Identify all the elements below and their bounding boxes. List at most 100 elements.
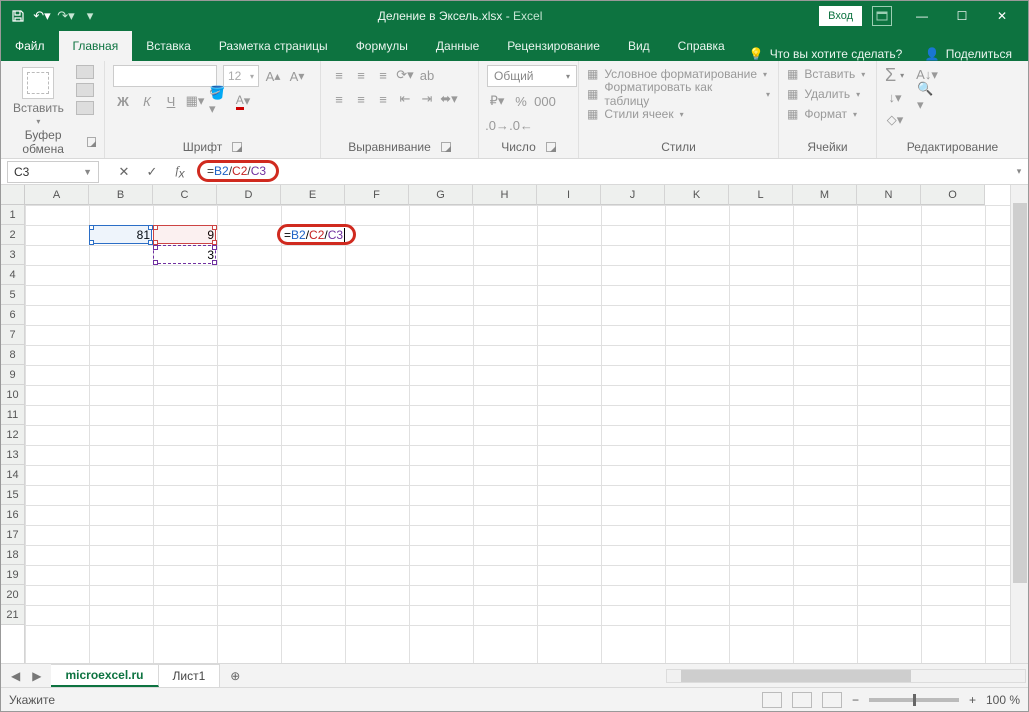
row-header[interactable]: 18 — [1, 545, 24, 565]
scroll-thumb[interactable] — [1013, 203, 1027, 583]
row-header[interactable]: 20 — [1, 585, 24, 605]
row-header[interactable]: 9 — [1, 365, 24, 385]
maximize-icon[interactable]: ☐ — [942, 2, 982, 30]
fill-icon[interactable]: ↓▾ — [885, 88, 905, 108]
find-select-icon[interactable]: 🔍▾ — [917, 87, 937, 107]
sheet-nav[interactable]: ◀▶ — [1, 664, 51, 687]
share-button[interactable]: 👤Поделиться — [909, 47, 1028, 61]
dialog-launcher-icon[interactable] — [546, 142, 556, 152]
cell-styles[interactable]: ▦Стили ячеек▾ — [587, 105, 770, 123]
autosum-icon[interactable]: Σ — [885, 65, 896, 86]
comma-icon[interactable]: 000 — [535, 91, 555, 111]
underline-button[interactable]: Ч — [161, 91, 181, 111]
select-all-corner[interactable] — [1, 185, 25, 205]
col-header[interactable]: D — [217, 185, 281, 205]
col-header[interactable]: E — [281, 185, 345, 205]
row-header[interactable]: 8 — [1, 345, 24, 365]
page-layout-view-icon[interactable] — [792, 692, 812, 708]
currency-icon[interactable]: ₽▾ — [487, 91, 507, 111]
col-header[interactable]: K — [665, 185, 729, 205]
increase-decimal-icon[interactable]: .0→ — [487, 115, 507, 135]
increase-font-icon[interactable]: A▴ — [263, 66, 283, 86]
tab-review[interactable]: Рецензирование — [493, 31, 614, 61]
col-header[interactable]: N — [857, 185, 921, 205]
dialog-launcher-icon[interactable] — [232, 142, 242, 152]
close-icon[interactable]: ✕ — [982, 2, 1022, 30]
italic-button[interactable]: К — [137, 91, 157, 111]
col-header[interactable]: A — [25, 185, 89, 205]
align-bottom-icon[interactable]: ≡ — [373, 65, 393, 85]
row-header[interactable]: 11 — [1, 405, 24, 425]
row-header[interactable]: 3 — [1, 245, 24, 265]
align-middle-icon[interactable]: ≡ — [351, 65, 371, 85]
dialog-launcher-icon[interactable] — [441, 142, 451, 152]
tell-me[interactable]: 💡Что вы хотите сделать? — [749, 47, 903, 61]
orientation-icon[interactable]: ⟳▾ — [395, 65, 415, 85]
accept-formula-icon[interactable]: ✓ — [139, 161, 165, 183]
align-center-icon[interactable]: ≡ — [351, 89, 371, 109]
copy-icon[interactable] — [76, 83, 94, 97]
col-header[interactable]: F — [345, 185, 409, 205]
zoom-slider[interactable] — [869, 698, 959, 702]
row-header[interactable]: 6 — [1, 305, 24, 325]
cancel-formula-icon[interactable]: ✕ — [111, 161, 137, 183]
col-header[interactable]: J — [601, 185, 665, 205]
row-header[interactable]: 1 — [1, 205, 24, 225]
tab-help[interactable]: Справка — [664, 31, 739, 61]
tab-view[interactable]: Вид — [614, 31, 664, 61]
ribbon-options-icon[interactable] — [872, 6, 892, 26]
row-header[interactable]: 15 — [1, 485, 24, 505]
format-cells[interactable]: ▦Формат▾ — [787, 105, 865, 123]
row-header[interactable]: 16 — [1, 505, 24, 525]
redo-icon[interactable]: ↷▾ — [55, 5, 77, 27]
col-header[interactable]: H — [473, 185, 537, 205]
align-top-icon[interactable]: ≡ — [329, 65, 349, 85]
tab-page-layout[interactable]: Разметка страницы — [205, 31, 342, 61]
delete-cells[interactable]: ▦Удалить▾ — [787, 85, 865, 103]
tab-data[interactable]: Данные — [422, 31, 493, 61]
percent-icon[interactable]: % — [511, 91, 531, 111]
row-header[interactable]: 2 — [1, 225, 24, 245]
tab-home[interactable]: Главная — [59, 31, 133, 61]
row-header[interactable]: 12 — [1, 425, 24, 445]
minimize-icon[interactable]: — — [902, 2, 942, 30]
sheet-tab-2[interactable]: Лист1 — [159, 664, 221, 687]
font-name[interactable] — [113, 65, 217, 87]
cut-icon[interactable] — [76, 65, 94, 79]
row-header[interactable]: 13 — [1, 445, 24, 465]
decrease-decimal-icon[interactable]: .0← — [511, 115, 531, 135]
col-header[interactable]: M — [793, 185, 857, 205]
format-painter-icon[interactable] — [76, 101, 94, 115]
next-sheet-icon[interactable]: ▶ — [32, 669, 41, 683]
font-size[interactable]: 12▾ — [223, 65, 259, 87]
insert-cells[interactable]: ▦Вставить▾ — [787, 65, 865, 83]
expand-formula-icon[interactable]: ▾ — [1010, 161, 1028, 183]
col-header[interactable]: O — [921, 185, 985, 205]
bold-button[interactable]: Ж — [113, 91, 133, 111]
new-sheet-icon[interactable]: ⊕ — [220, 664, 250, 687]
horizontal-scrollbar[interactable] — [250, 664, 1028, 687]
align-right-icon[interactable]: ≡ — [373, 89, 393, 109]
row-header[interactable]: 14 — [1, 465, 24, 485]
tab-file[interactable]: Файл — [1, 31, 59, 61]
font-color-icon[interactable]: A▾ — [233, 91, 253, 111]
fill-color-icon[interactable]: 🪣▾ — [209, 91, 229, 111]
row-header[interactable]: 19 — [1, 565, 24, 585]
name-box[interactable]: C3▼ — [7, 161, 99, 183]
number-format[interactable]: Общий▾ — [487, 65, 577, 87]
page-break-view-icon[interactable] — [822, 692, 842, 708]
formula-input[interactable]: =B2/C2/C3 — [193, 161, 1010, 183]
col-header[interactable]: I — [537, 185, 601, 205]
col-header[interactable]: L — [729, 185, 793, 205]
cells-area[interactable]: 8193=B2/C2/C3 — [25, 205, 1010, 663]
clear-icon[interactable]: ◇▾ — [885, 110, 905, 130]
row-header[interactable]: 17 — [1, 525, 24, 545]
align-left-icon[interactable]: ≡ — [329, 89, 349, 109]
decrease-indent-icon[interactable]: ⇤ — [395, 89, 415, 109]
borders-icon[interactable]: ▦▾ — [185, 91, 205, 111]
format-as-table[interactable]: ▦Форматировать как таблицу▾ — [587, 85, 770, 103]
row-header[interactable]: 10 — [1, 385, 24, 405]
wrap-text-icon[interactable]: ab — [417, 65, 437, 85]
zoom-in-icon[interactable]: + — [969, 693, 976, 707]
active-cell-formula[interactable]: =B2/C2/C3 — [277, 224, 356, 245]
